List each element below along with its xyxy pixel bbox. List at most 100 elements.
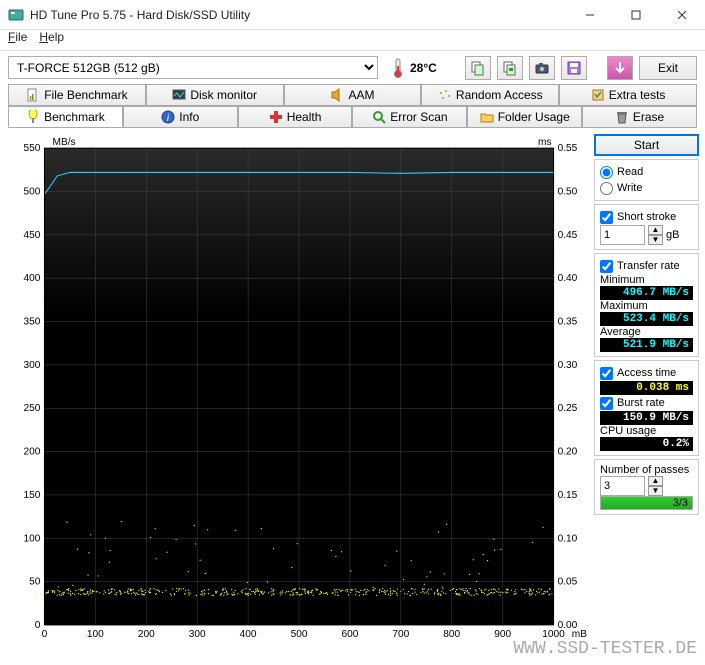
svg-text:350: 350 bbox=[24, 317, 41, 328]
access-time-value: 0.038 ms bbox=[600, 381, 693, 395]
svg-text:800: 800 bbox=[443, 629, 460, 640]
svg-text:400: 400 bbox=[24, 273, 41, 284]
minimize-button[interactable] bbox=[567, 0, 613, 30]
short-stroke-checkbox[interactable] bbox=[600, 211, 613, 224]
svg-text:0.05: 0.05 bbox=[558, 577, 578, 588]
svg-text:100: 100 bbox=[87, 629, 104, 640]
svg-text:0.30: 0.30 bbox=[558, 360, 578, 371]
save-button[interactable] bbox=[561, 56, 587, 80]
passes-up[interactable]: ▲ bbox=[648, 476, 663, 486]
svg-text:mB: mB bbox=[572, 629, 587, 640]
app-icon bbox=[8, 7, 24, 23]
tab-erase[interactable]: Erase bbox=[582, 106, 697, 127]
short-stroke-down[interactable]: ▼ bbox=[648, 235, 663, 245]
burst-rate-checkbox[interactable] bbox=[600, 397, 613, 410]
svg-text:100: 100 bbox=[24, 533, 41, 544]
svg-text:1000: 1000 bbox=[542, 629, 565, 640]
minimum-label: Minimum bbox=[600, 274, 693, 286]
transfer-rate-group: Transfer rate Minimum 496.7 MB/s Maximum… bbox=[594, 253, 699, 357]
tab-health[interactable]: Health bbox=[238, 106, 353, 127]
menu-help[interactable]: Help bbox=[39, 30, 64, 50]
svg-text:400: 400 bbox=[240, 629, 257, 640]
svg-text:0: 0 bbox=[42, 629, 48, 640]
copy-screenshot-button[interactable] bbox=[497, 56, 523, 80]
svg-text:ms: ms bbox=[538, 137, 551, 148]
svg-text:250: 250 bbox=[24, 403, 41, 414]
read-radio[interactable] bbox=[600, 166, 613, 179]
mode-group: Read Write bbox=[594, 159, 699, 201]
svg-text:450: 450 bbox=[24, 230, 41, 241]
side-panel: Start Read Write Short stroke ▲▼ gB Tran… bbox=[594, 134, 699, 637]
window-title: HD Tune Pro 5.75 - Hard Disk/SSD Utility bbox=[30, 8, 567, 22]
tab-random-access[interactable]: Random Access bbox=[421, 84, 559, 105]
svg-text:150: 150 bbox=[24, 490, 41, 501]
svg-text:MB/s: MB/s bbox=[53, 137, 76, 148]
options-button[interactable] bbox=[607, 56, 633, 80]
chart-area: 5500.555000.504500.454000.403500.353000.… bbox=[6, 134, 588, 637]
tab-info[interactable]: iInfo bbox=[123, 106, 238, 127]
transfer-rate-checkbox[interactable] bbox=[600, 260, 613, 273]
maximize-button[interactable] bbox=[613, 0, 659, 30]
svg-text:300: 300 bbox=[189, 629, 206, 640]
maximum-label: Maximum bbox=[600, 300, 693, 312]
passes-down[interactable]: ▼ bbox=[648, 486, 663, 496]
tab-benchmark[interactable]: Benchmark bbox=[8, 106, 123, 127]
tab-extra-tests[interactable]: Extra tests bbox=[559, 84, 697, 105]
svg-text:300: 300 bbox=[24, 360, 41, 371]
passes-input[interactable] bbox=[600, 476, 645, 496]
titlebar: HD Tune Pro 5.75 - Hard Disk/SSD Utility bbox=[0, 0, 705, 30]
write-radio[interactable] bbox=[600, 182, 613, 195]
benchmark-chart: 5500.555000.504500.454000.403500.353000.… bbox=[6, 134, 588, 645]
svg-text:0.55: 0.55 bbox=[558, 143, 578, 154]
tab-aam[interactable]: AAM bbox=[284, 84, 422, 105]
svg-text:0.10: 0.10 bbox=[558, 533, 578, 544]
svg-text:0.45: 0.45 bbox=[558, 230, 578, 241]
temperature-display: 28°C bbox=[384, 58, 445, 78]
svg-text:0.40: 0.40 bbox=[558, 273, 578, 284]
tab-row-bottom: Benchmark iInfo Health Error Scan Folder… bbox=[8, 106, 697, 128]
menubar: File Help bbox=[0, 30, 705, 50]
svg-text:550: 550 bbox=[24, 143, 41, 154]
progress-bar: 3/3 bbox=[600, 496, 693, 510]
svg-text:200: 200 bbox=[138, 629, 155, 640]
svg-text:0.50: 0.50 bbox=[558, 187, 578, 198]
access-group: Access time 0.038 ms Burst rate 150.9 MB… bbox=[594, 360, 699, 456]
maximum-value: 523.4 MB/s bbox=[600, 312, 693, 326]
svg-text:200: 200 bbox=[24, 447, 41, 458]
close-button[interactable] bbox=[659, 0, 705, 30]
temperature-value: 28°C bbox=[410, 61, 437, 75]
svg-text:50: 50 bbox=[29, 577, 41, 588]
svg-text:0: 0 bbox=[35, 620, 41, 631]
device-select[interactable]: T-FORCE 512GB (512 gB) bbox=[8, 56, 378, 79]
svg-text:700: 700 bbox=[392, 629, 409, 640]
average-value: 521.9 MB/s bbox=[600, 338, 693, 352]
short-stroke-input[interactable] bbox=[600, 225, 645, 245]
tab-file-benchmark[interactable]: File Benchmark bbox=[8, 84, 146, 105]
cpu-usage-label: CPU usage bbox=[600, 425, 693, 437]
start-button[interactable]: Start bbox=[594, 134, 699, 156]
svg-text:600: 600 bbox=[341, 629, 358, 640]
svg-text:0.15: 0.15 bbox=[558, 490, 578, 501]
exit-button[interactable]: Exit bbox=[639, 56, 697, 80]
content-area: 5500.555000.504500.454000.403500.353000.… bbox=[0, 128, 705, 643]
short-stroke-group: Short stroke ▲▼ gB bbox=[594, 204, 699, 250]
access-time-checkbox[interactable] bbox=[600, 367, 613, 380]
tab-folder-usage[interactable]: Folder Usage bbox=[467, 106, 582, 127]
svg-text:500: 500 bbox=[24, 187, 41, 198]
menu-file[interactable]: File bbox=[8, 30, 27, 50]
tab-disk-monitor[interactable]: Disk monitor bbox=[146, 84, 284, 105]
svg-text:0.25: 0.25 bbox=[558, 403, 578, 414]
cpu-usage-value: 0.2% bbox=[600, 437, 693, 451]
average-label: Average bbox=[600, 326, 693, 338]
toolbar: T-FORCE 512GB (512 gB) 28°C Exit bbox=[0, 50, 705, 84]
copy-info-button[interactable] bbox=[465, 56, 491, 80]
tab-row-top: File Benchmark Disk monitor AAM Random A… bbox=[8, 84, 697, 106]
burst-rate-value: 150.9 MB/s bbox=[600, 411, 693, 425]
svg-text:500: 500 bbox=[291, 629, 308, 640]
short-stroke-up[interactable]: ▲ bbox=[648, 225, 663, 235]
svg-text:0.35: 0.35 bbox=[558, 317, 578, 328]
screenshot-button[interactable] bbox=[529, 56, 555, 80]
tab-error-scan[interactable]: Error Scan bbox=[352, 106, 467, 127]
minimum-value: 496.7 MB/s bbox=[600, 286, 693, 300]
passes-group: Number of passes ▲▼ 3/3 bbox=[594, 459, 699, 515]
